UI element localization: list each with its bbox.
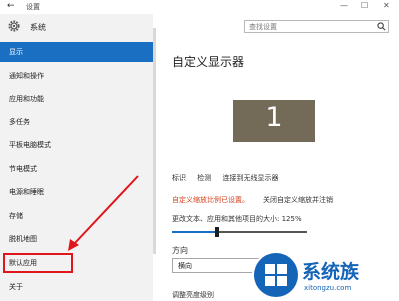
- sidebar-header[interactable]: 系统: [0, 14, 153, 42]
- sidebar-item-storage[interactable]: 存储: [0, 206, 153, 226]
- custom-scaling-warning: 自定义缩放比例已设置。: [172, 196, 249, 204]
- maximize-button[interactable]: ☐: [361, 1, 368, 10]
- turn-off-custom-scaling-link[interactable]: 关闭自定义缩放并注销: [263, 195, 333, 205]
- sidebar-header-label: 系统: [30, 23, 46, 32]
- sidebar-item-about[interactable]: 关于: [0, 277, 153, 297]
- sidebar-item-display[interactable]: 显示: [0, 42, 153, 62]
- orientation-label: 方向: [172, 246, 188, 255]
- sidebar-item-tablet-mode[interactable]: 平板电脑模式: [0, 135, 153, 155]
- page-title: 自定义显示器: [172, 55, 245, 69]
- close-button[interactable]: ✕: [383, 1, 390, 10]
- sidebar: 系统 显示 通知和操作 应用和功能 多任务 平板电脑模式 节电模式 电源和睡眠 …: [0, 14, 153, 301]
- detect-link[interactable]: 检测: [197, 174, 211, 182]
- sidebar-item-apps-features[interactable]: 应用和功能: [0, 89, 153, 109]
- sidebar-scrollbar[interactable]: [153, 28, 156, 254]
- window-title: 设置: [26, 3, 40, 11]
- back-arrow-icon[interactable]: ←: [7, 1, 15, 11]
- minimize-button[interactable]: —: [340, 1, 348, 10]
- sidebar-item-default-apps[interactable]: 默认应用: [3, 253, 73, 273]
- sidebar-item-battery-saver[interactable]: 节电模式: [0, 159, 153, 179]
- scale-slider-thumb[interactable]: [215, 227, 219, 237]
- connect-wireless-display-link[interactable]: 连接到无线显示器: [222, 174, 278, 182]
- monitor-number: 1: [265, 102, 283, 133]
- orientation-value: 横向: [178, 262, 192, 270]
- sidebar-item-offline-maps[interactable]: 脱机地图: [0, 229, 153, 249]
- scale-slider[interactable]: [172, 227, 307, 237]
- search-input[interactable]: 查找设置: [244, 20, 389, 33]
- watermark-logo: [254, 253, 298, 297]
- sidebar-item-power-sleep[interactable]: 电源和睡眠: [0, 182, 153, 202]
- identify-link[interactable]: 标识: [172, 174, 186, 182]
- scale-label: 更改文本、应用和其他项目的大小: 125%: [172, 215, 302, 223]
- search-icon[interactable]: [377, 22, 386, 31]
- brightness-label: 调整亮度级别: [172, 291, 214, 299]
- windows-logo-icon: [265, 264, 287, 286]
- search-placeholder: 查找设置: [249, 23, 277, 31]
- watermark: 系统族 xitongzu.com: [254, 251, 399, 301]
- watermark-brand: 系统族: [302, 261, 360, 283]
- sidebar-item-notifications[interactable]: 通知和操作: [0, 66, 153, 86]
- scale-slider-fill: [172, 231, 217, 233]
- watermark-url: xitongzu.com: [304, 284, 352, 292]
- monitor-tile[interactable]: 1: [233, 100, 315, 142]
- title-bar: ← 设置 — ☐ ✕: [0, 0, 399, 14]
- display-links: 标识 检测 连接到无线显示器: [172, 173, 287, 183]
- gear-icon: [8, 20, 20, 32]
- sidebar-item-multitasking[interactable]: 多任务: [0, 112, 153, 132]
